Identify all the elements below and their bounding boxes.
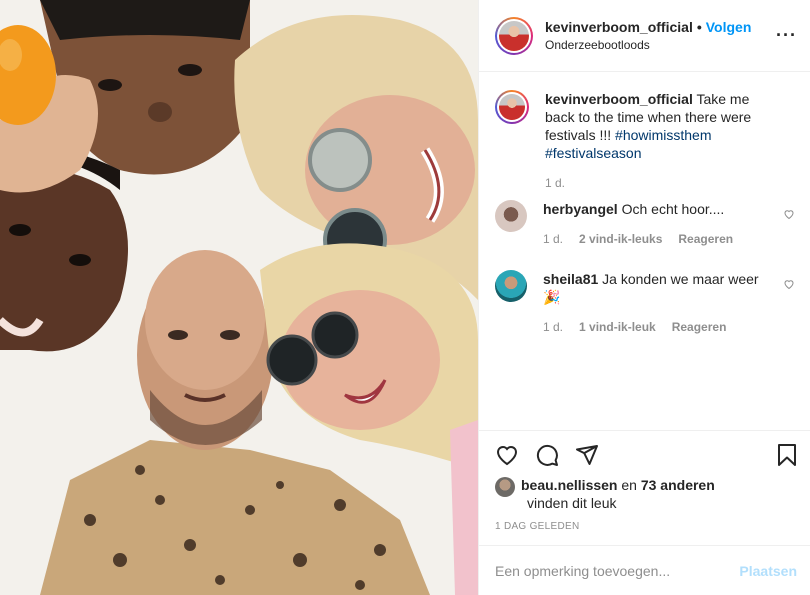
author-avatar[interactable] [495, 16, 533, 55]
comment-bubble-icon[interactable] [535, 443, 559, 467]
post-photo[interactable] [0, 0, 478, 595]
comment-username[interactable]: herbyangel [543, 201, 618, 217]
avatar-image [499, 20, 529, 51]
author-username[interactable]: kevinverboom_official [545, 19, 693, 35]
comment-text: Ja konden we maar weer [602, 271, 759, 287]
commenter-avatar[interactable] [495, 270, 527, 302]
separator-dot: • [696, 18, 702, 35]
caption-body: kevinverboom_official Take me back to th… [545, 90, 775, 192]
group-selfie-image [0, 0, 478, 595]
likes-others[interactable]: 73 anderen [641, 477, 715, 493]
liker-username[interactable]: beau.nellissen [521, 477, 617, 493]
avatar-image [499, 94, 525, 120]
reply-button[interactable]: Reageren [672, 318, 727, 336]
commenter-avatar[interactable] [495, 200, 527, 232]
location-link[interactable]: Onderzeebootloods [545, 37, 751, 53]
hashtag-link[interactable]: #festivalseason [545, 145, 642, 161]
heart-icon[interactable] [783, 208, 795, 220]
comment-likes[interactable]: 2 vind-ik-leuks [579, 230, 662, 248]
paper-plane-icon[interactable] [575, 443, 599, 467]
comment-body: sheila81 Ja konden we maar weer 🎉 1 d. 1… [543, 270, 773, 336]
comment-input[interactable] [495, 562, 740, 579]
post-comment-button[interactable]: Plaatsen [739, 563, 797, 579]
hashtag-link[interactable]: #howimissthem [615, 127, 711, 143]
comment-body: herbyangel Och echt hoor.... 1 d. 2 vind… [543, 200, 773, 248]
caption-time[interactable]: 1 d. [545, 174, 565, 192]
header-text: kevinverboom_official • Volgen Onderzeeboo… [545, 19, 751, 53]
caption-username[interactable]: kevinverboom_official [545, 91, 693, 107]
comment-text: Och echt hoor.... [621, 201, 725, 217]
comment-time[interactable]: 1 d. [543, 230, 563, 248]
comment-meta: 1 d. 1 vind-ik-leuk Reageren [543, 318, 773, 336]
caption-avatar[interactable] [495, 90, 529, 124]
likes-suffix: vinden dit leuk [527, 495, 617, 511]
comment-time[interactable]: 1 d. [543, 318, 563, 336]
party-emoji: 🎉 [543, 289, 561, 305]
save-button[interactable] [775, 443, 799, 467]
likes-line: beau.nellissen en 73 anderen [521, 477, 715, 497]
heart-icon[interactable] [783, 278, 795, 290]
more-horizontal-icon[interactable]: ··· [776, 26, 797, 44]
comment-username[interactable]: sheila81 [543, 271, 598, 287]
add-comment-bar: Plaatsen [479, 545, 810, 595]
comment-row: herbyangel Och echt hoor.... 1 d. 2 vind… [495, 200, 795, 248]
likes-joiner: en [621, 477, 637, 493]
post-actions: beau.nellissen en 73 anderen vinden dit … [479, 430, 810, 545]
comment-meta: 1 d. 2 vind-ik-leuks Reageren [543, 230, 773, 248]
post-header: kevinverboom_official • Volgen Onderzeeboo… [479, 0, 810, 72]
comment-likes[interactable]: 1 vind-ik-leuk [579, 318, 656, 336]
follow-button[interactable]: Volgen [706, 19, 752, 35]
avatar-inner [497, 92, 527, 122]
comment-row: sheila81 Ja konden we maar weer 🎉 1 d. 1… [495, 270, 795, 336]
post-date[interactable]: 1 DAG GELEDEN [495, 521, 579, 532]
action-icons [495, 443, 599, 467]
liker-avatar[interactable] [495, 477, 515, 497]
likes-summary: beau.nellissen en 73 anderen [495, 477, 715, 497]
caption-row: kevinverboom_official Take me back to th… [495, 90, 795, 192]
bookmark-icon[interactable] [775, 443, 799, 467]
post-side-panel: kevinverboom_official • Volgen Onderzeeboo… [478, 0, 810, 595]
reply-button[interactable]: Reageren [678, 230, 733, 248]
header-line: kevinverboom_official • Volgen [545, 19, 751, 35]
post-view: kevinverboom_official • Volgen Onderzeeboo… [0, 0, 810, 595]
avatar-inner [497, 18, 531, 53]
caption-meta: 1 d. [545, 174, 775, 192]
heart-icon[interactable] [495, 443, 519, 467]
comments-area: kevinverboom_official Take me back to th… [479, 72, 810, 430]
